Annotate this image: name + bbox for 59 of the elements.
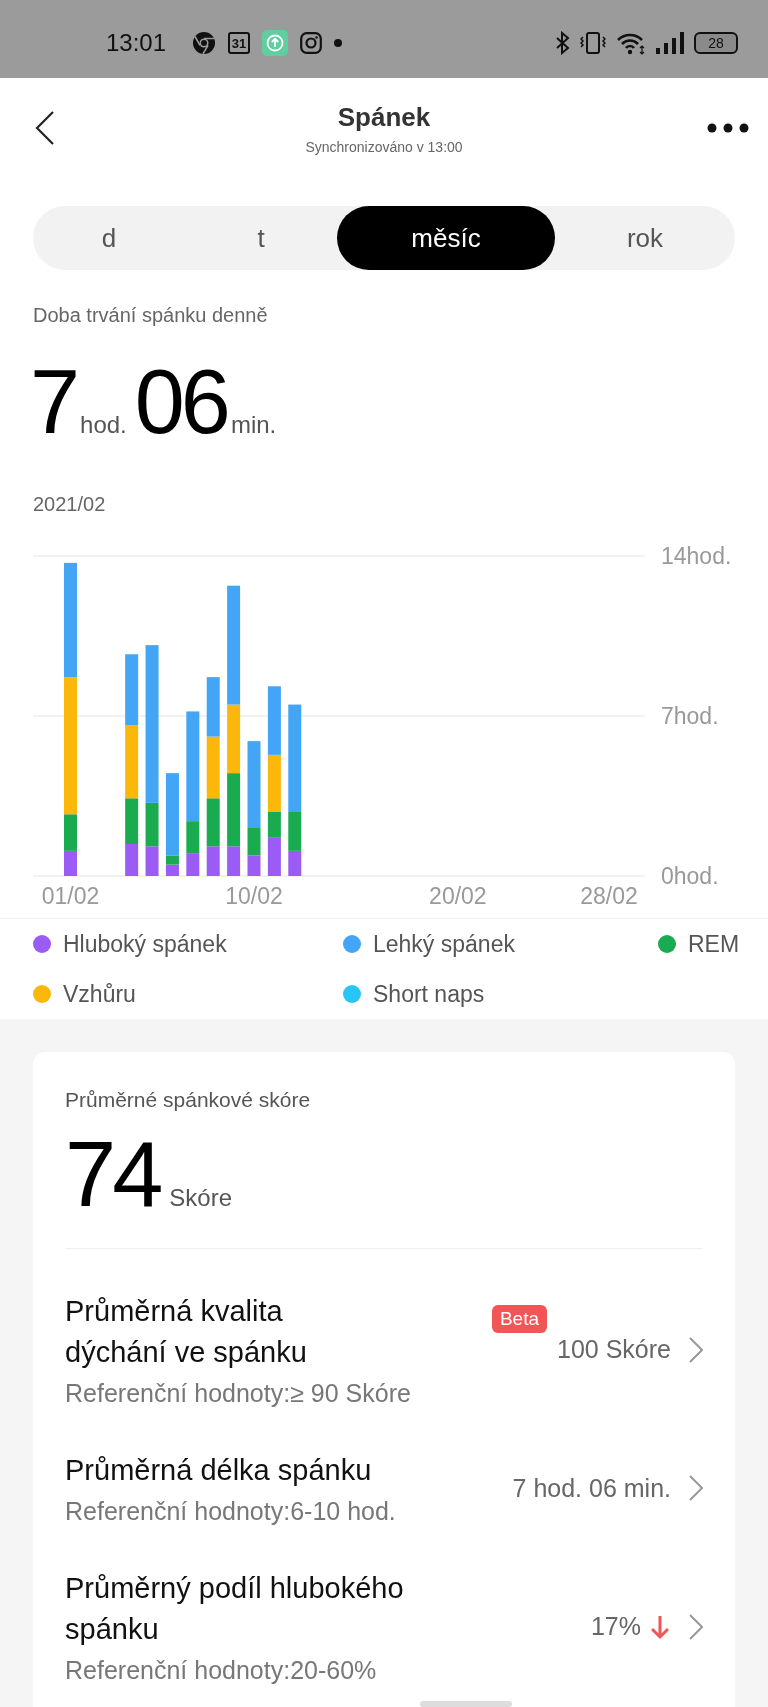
legend-label: Lehký spánek — [373, 930, 515, 958]
notification-dot-icon — [334, 39, 343, 47]
minutes-unit: min. — [230, 411, 277, 439]
metric-value: 17% — [590, 1612, 641, 1641]
chevron-right-icon[interactable] — [689, 1336, 703, 1363]
minutes-value: 06 — [134, 357, 227, 447]
chevron-right-icon[interactable] — [689, 1475, 703, 1501]
beta-badge: Beta — [491, 1305, 548, 1333]
instagram-icon — [300, 32, 323, 54]
chevron-right-icon[interactable] — [689, 1613, 703, 1640]
card-label: Průměrné spánkové skóre — [65, 1088, 312, 1112]
status-time: 13:01 — [106, 29, 167, 57]
period-tab[interactable]: d — [33, 206, 185, 270]
bluetooth-icon — [556, 31, 570, 55]
x-axis-label: 01/02 — [41, 883, 100, 909]
score-unit: Skóre — [169, 1184, 233, 1212]
legend-label: Vzhůru — [63, 980, 136, 1008]
x-axis-label: 10/02 — [225, 883, 283, 909]
chart-bar-segment — [125, 654, 139, 726]
metric-title[interactable]: Průměrný podíl hlubokého spánku — [65, 1568, 465, 1650]
section-label: Doba trvání spánku denně — [33, 304, 269, 327]
chart-bar-segment — [206, 677, 220, 737]
chart-bar-segment — [247, 855, 261, 876]
score-value: 74 — [65, 1128, 160, 1220]
metric-title[interactable]: Průměrná délka spánku — [65, 1450, 465, 1491]
calendar-icon: 31 — [228, 32, 251, 54]
reference-range: Referenční hodnoty:≥ 90 Skóre — [65, 1379, 412, 1408]
reference-range: Referenční hodnoty:20-60% — [65, 1656, 378, 1685]
hours-unit: hod. — [80, 411, 127, 439]
y-axis-label: 0hod. — [661, 863, 719, 889]
x-axis-label: 20/02 — [429, 883, 487, 909]
reference-range: Referenční hodnoty:6-10 hod. — [65, 1497, 397, 1526]
legend-label: Hluboký spánek — [63, 930, 227, 958]
sync-status: Synchronizováno v 13:00 — [305, 138, 463, 155]
chrome-icon — [192, 31, 217, 55]
page-title: Spánek — [337, 101, 431, 133]
vibrate-icon — [580, 31, 606, 55]
upload-app-icon — [262, 30, 289, 56]
hours-value: 7 — [30, 357, 77, 447]
metric-value: 100 Skóre — [557, 1335, 671, 1364]
battery-icon: 28 — [694, 32, 738, 54]
signal-icon — [656, 32, 684, 54]
chart-bar-segment — [206, 736, 220, 799]
back-icon[interactable] — [35, 111, 55, 145]
legend-label: REM — [688, 930, 740, 958]
chart-period: 2021/02 — [33, 493, 107, 516]
chart-bar-segment — [267, 686, 281, 755]
metric-title[interactable]: Průměrná kvalita dýchání ve spánku — [65, 1291, 365, 1373]
wifi-icon — [616, 31, 646, 55]
y-axis-label: 14hod. — [661, 546, 732, 569]
period-tab[interactable]: t — [185, 206, 337, 270]
x-axis-label: 28/02 — [580, 883, 638, 909]
legend-label: Short naps — [373, 980, 485, 1008]
period-tab[interactable]: měsíc — [337, 206, 555, 270]
more-icon[interactable] — [707, 123, 749, 133]
metric-value: 7 hod. 06 min. — [512, 1473, 671, 1503]
chart-bar-segment — [64, 850, 77, 876]
period-tab[interactable]: rok — [555, 206, 735, 270]
y-axis-label: 7hod. — [661, 703, 719, 729]
